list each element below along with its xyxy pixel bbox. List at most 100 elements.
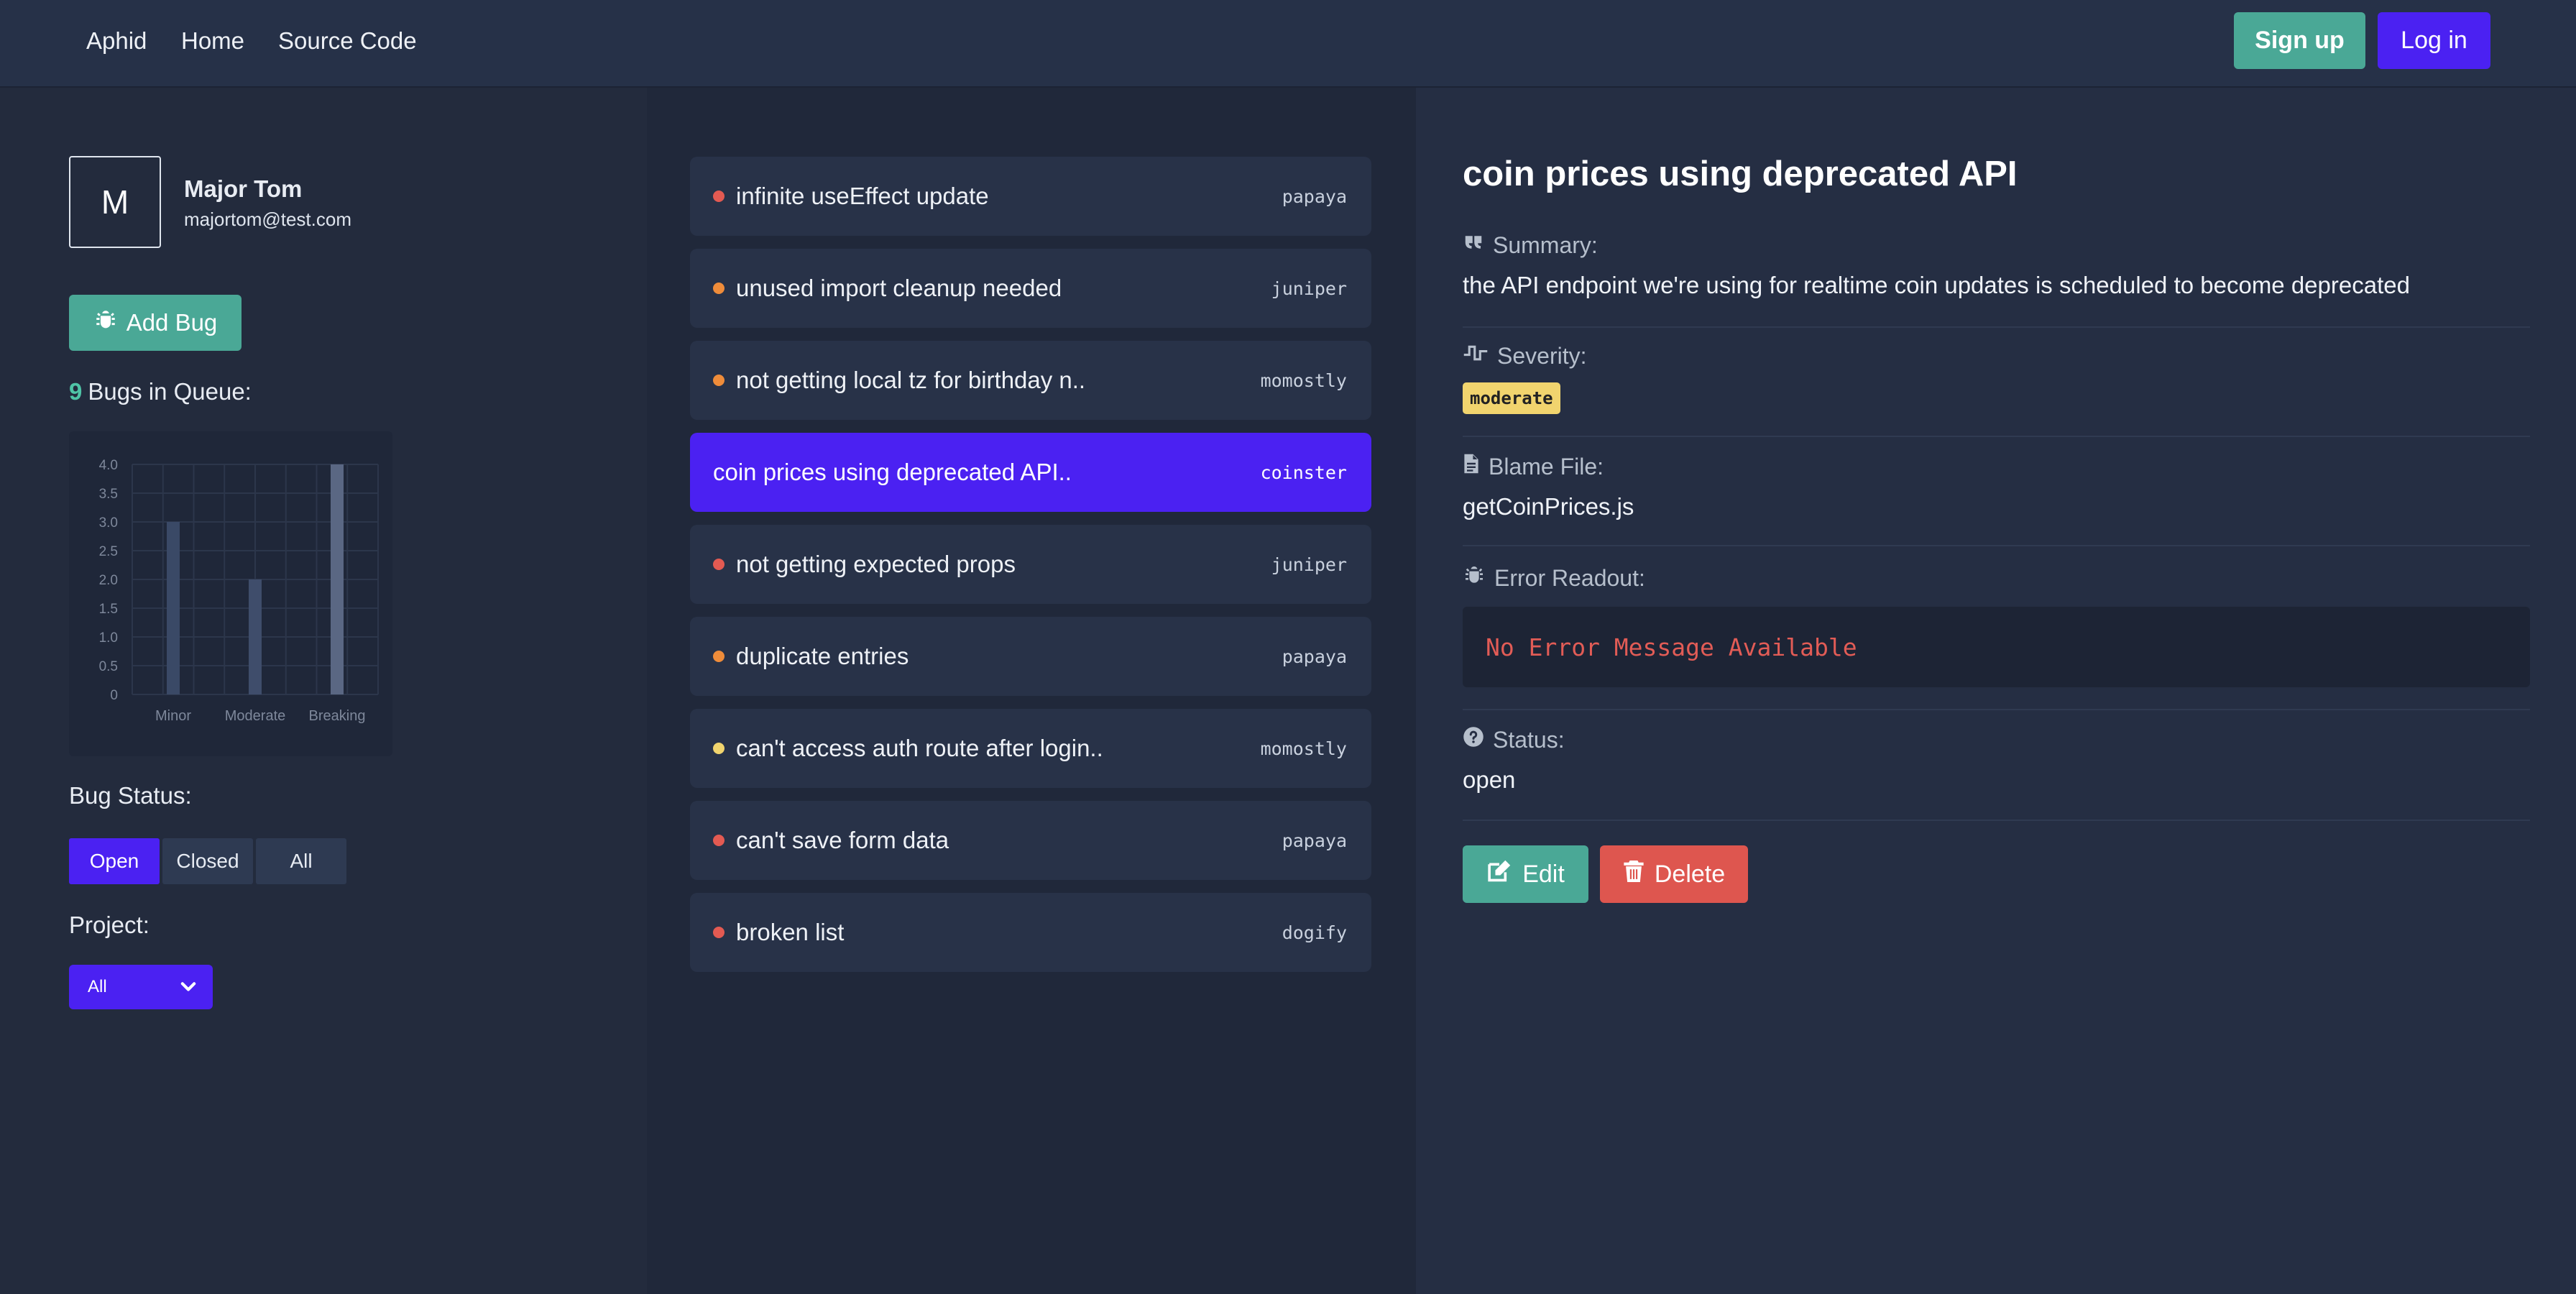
severity-bar-chart: 0 0.5 1.0 1.5 2.0 2.5 3.0 3.5 4.0 Minor Moderate Br… xyxy=(69,431,392,756)
bug-title: can't access auth route after login.. xyxy=(736,735,1103,761)
error-readout-text: No Error Message Available xyxy=(1486,633,1857,661)
delete-label: Delete xyxy=(1654,860,1726,888)
error-readout-label: Error Readout: xyxy=(1463,564,1645,592)
severity-dot-icon xyxy=(713,743,724,754)
status-value: open xyxy=(1463,766,1516,793)
project-label: Project: xyxy=(69,912,150,938)
bug-list-item[interactable]: not getting expected props juniper xyxy=(690,525,1371,604)
chart-y-tick-label: 4.0 xyxy=(99,458,118,473)
bug-project: papaya xyxy=(1282,185,1347,207)
bug-project: juniper xyxy=(1271,277,1347,299)
chart-y-tick-label: 0.5 xyxy=(99,659,118,674)
severity-badge: moderate xyxy=(1463,382,1560,414)
divider xyxy=(1463,709,2530,710)
queue-count-number: 9 xyxy=(69,378,83,405)
delete-button[interactable]: Delete xyxy=(1600,845,1748,903)
bug-icon xyxy=(1463,564,1486,592)
severity-label-text: Severity: xyxy=(1497,342,1587,369)
pulse-icon xyxy=(1463,342,1489,370)
top-navbar: Aphid Home Source Code Sign up Log in xyxy=(0,0,2576,88)
bug-title: duplicate entries xyxy=(736,643,909,669)
severity-dot-icon xyxy=(713,651,724,662)
bug-project: papaya xyxy=(1282,646,1347,667)
brand-link[interactable]: Aphid xyxy=(86,27,147,55)
severity-dot-icon xyxy=(713,375,724,386)
severity-dot-icon xyxy=(713,559,724,570)
project-select-value: All xyxy=(88,977,107,996)
blame-file-label: Blame File: xyxy=(1463,453,1604,480)
edit-label: Edit xyxy=(1522,860,1565,888)
bug-title: not getting expected props xyxy=(736,551,1016,577)
bug-list-item[interactable]: infinite useEffect update papaya xyxy=(690,157,1371,236)
project-select[interactable]: All xyxy=(69,965,213,1009)
chart-y-tick-label: 2.5 xyxy=(99,544,118,559)
bug-list-item[interactable]: can't save form data papaya xyxy=(690,801,1371,880)
chart-y-tick-label: 1.5 xyxy=(99,602,118,617)
severity-dot-icon xyxy=(713,835,724,846)
bug-list-item[interactable]: duplicate entries papaya xyxy=(690,617,1371,696)
chart-y-tick-label: 1.0 xyxy=(99,630,118,646)
severity-dot-icon xyxy=(713,191,724,202)
nav-home-link[interactable]: Home xyxy=(181,27,244,55)
bug-detail-panel xyxy=(1416,88,2576,1294)
error-readout-label-text: Error Readout: xyxy=(1494,564,1645,591)
filter-open-button[interactable]: Open xyxy=(69,838,160,884)
severity-dot-icon xyxy=(713,927,724,938)
bug-project: momostly xyxy=(1260,738,1347,759)
divider xyxy=(1463,545,2530,546)
bug-project: juniper xyxy=(1271,554,1347,575)
bug-status-label: Bug Status: xyxy=(69,782,192,809)
bug-list-item[interactable]: unused import cleanup needed juniper xyxy=(690,249,1371,328)
add-bug-button[interactable]: Add Bug xyxy=(69,295,242,351)
status-label: Status: xyxy=(1463,726,1565,753)
summary-text: the API endpoint we're using for realtim… xyxy=(1463,272,2410,298)
bug-list-item[interactable]: broken list dogify xyxy=(690,893,1371,972)
login-button[interactable]: Log in xyxy=(2378,12,2490,69)
chart-bar xyxy=(331,464,344,694)
summary-label-text: Summary: xyxy=(1493,231,1598,258)
blame-file-value: getCoinPrices.js xyxy=(1463,493,1634,520)
chart-x-tick-label: Breaking xyxy=(309,708,366,724)
bug-queue-count: 9 Bugs in Queue: xyxy=(69,378,252,405)
bug-title: unused import cleanup needed xyxy=(736,275,1062,301)
divider xyxy=(1463,820,2530,821)
severity-dot-icon xyxy=(713,283,724,294)
bug-list-item[interactable]: not getting local tz for birthday n.. mom… xyxy=(690,341,1371,420)
blame-file-label-text: Blame File: xyxy=(1489,453,1604,479)
bug-title: coin prices using deprecated API.. xyxy=(713,459,1072,485)
summary-label: Summary: xyxy=(1463,231,1598,259)
bug-list-item[interactable]: coin prices using deprecated API.. coinst… xyxy=(690,433,1371,512)
question-circle-icon xyxy=(1463,726,1484,753)
chevron-down-icon xyxy=(178,977,198,1002)
edit-button[interactable]: Edit xyxy=(1463,845,1588,903)
chart-x-tick-label: Moderate xyxy=(225,708,286,724)
bug-project: papaya xyxy=(1282,830,1347,851)
signup-button[interactable]: Sign up xyxy=(2234,12,2365,69)
chart-svg: 0 0.5 1.0 1.5 2.0 2.5 3.0 3.5 4.0 Minor Moderate Br… xyxy=(99,458,379,724)
bug-title: infinite useEffect update xyxy=(736,183,989,209)
avatar: M xyxy=(69,156,161,248)
bug-title: can't save form data xyxy=(736,827,949,853)
chart-y-tick-label: 0 xyxy=(110,688,118,703)
chart-y-tick-label: 3.0 xyxy=(99,515,118,531)
bug-list-item[interactable]: can't access auth route after login.. mom… xyxy=(690,709,1371,788)
bug-project: momostly xyxy=(1260,370,1347,391)
chart-y-tick-label: 2.0 xyxy=(99,573,118,588)
chart-x-tick-label: Minor xyxy=(155,708,191,724)
status-label-text: Status: xyxy=(1493,726,1565,753)
user-name: Major Tom xyxy=(184,175,303,202)
bug-title: broken list xyxy=(736,919,845,945)
filter-all-button[interactable]: All xyxy=(256,838,346,884)
divider xyxy=(1463,436,2530,437)
quote-icon xyxy=(1463,231,1484,259)
chart-bar xyxy=(167,522,180,694)
bug-detail-title: coin prices using deprecated API xyxy=(1463,155,2018,193)
add-bug-label: Add Bug xyxy=(126,309,218,336)
nav-source-code-link[interactable]: Source Code xyxy=(278,27,417,55)
bug-project: dogify xyxy=(1282,922,1347,943)
bug-title: not getting local tz for birthday n.. xyxy=(736,367,1086,393)
error-readout-box: No Error Message Available xyxy=(1463,607,2530,687)
trash-icon xyxy=(1623,859,1644,890)
divider xyxy=(1463,326,2530,328)
filter-closed-button[interactable]: Closed xyxy=(162,838,253,884)
